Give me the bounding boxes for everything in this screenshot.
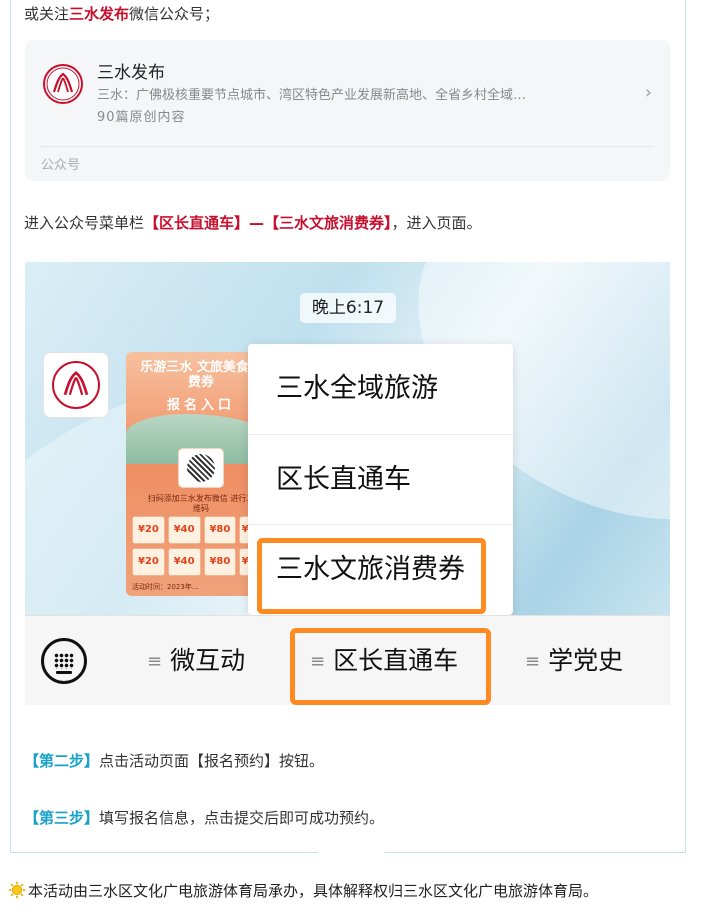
coupon: ¥20 <box>132 548 165 576</box>
menu-item-sanshui-tourism[interactable]: 三水全域旅游 <box>248 344 513 434</box>
account-name: 三水发布 <box>97 63 165 83</box>
step2-paragraph: 【第二步】点击活动页面【报名预约】按钮。 <box>24 750 324 772</box>
disclaimer-text: 本活动由三水区文化广电旅游体育局承办，具体解释权归三水区文化广电旅游体育局。 <box>28 882 599 900</box>
intro-paragraph: 或关注三水发布微信公众号； <box>24 3 219 25</box>
disclaimer-note: 本活动由三水区文化广电旅游体育局承办，具体解释权归三水区文化广电旅游体育局。 <box>8 880 598 902</box>
menu-instruction: 进入公众号菜单栏【区长直通车】—【三水文旅消费券】，进入页面。 <box>24 212 482 234</box>
coupon: ¥80 <box>203 516 237 544</box>
coupon: ¥40 <box>167 516 201 544</box>
coupon: ¥40 <box>167 548 201 576</box>
time-stamp: 晚上6:17 <box>300 293 396 323</box>
menu-instruction-suffix: ，进入页面。 <box>391 214 482 232</box>
menu-lines-icon: ≡ <box>147 651 163 672</box>
menu-lines-icon: ≡ <box>525 651 541 672</box>
qr-code-icon <box>187 454 215 482</box>
intro-suffix: 微信公众号； <box>129 5 220 23</box>
account-card[interactable]: 三水发布 三水：广佛极核重要节点城市、湾区特色产业发展新高地、全省乡村全域… 9… <box>25 40 670 181</box>
tab-label: 学党史 <box>548 646 624 675</box>
highlight-box-tab <box>290 628 491 705</box>
qr-code <box>178 448 224 488</box>
menu-instruction-prefix: 进入公众号菜单栏 <box>24 214 145 232</box>
wechat-menu-screenshot: 晚上6:17 乐游三水 文旅美食消费券 报名入口 扫码添加三水发布微信 进行二维… <box>25 262 670 705</box>
tab-micro-interaction[interactable]: ≡ 微互动 <box>147 638 245 684</box>
card-divider <box>41 146 654 147</box>
intro-account-highlight: 三水发布 <box>69 5 130 23</box>
highlight-box-menu <box>257 538 486 614</box>
step2-text: 点击活动页面【报名预约】按钮。 <box>99 752 325 770</box>
tab-party-history[interactable]: ≡ 学党史 <box>525 638 623 684</box>
step3-text: 填写报名信息，点击提交后即可成功预约。 <box>99 809 385 827</box>
poster-caption: 扫码添加三水发布微信 进行二维码 <box>147 494 255 513</box>
step3-label: 【第三步】 <box>24 809 100 827</box>
poster-subtitle: 报名入口 <box>166 398 235 413</box>
account-article-count: 90篇原创内容 <box>97 110 186 125</box>
keyboard-icon[interactable] <box>41 638 87 684</box>
sun-icon <box>8 881 26 899</box>
coupon: ¥80 <box>203 548 237 576</box>
step2-label: 【第二步】 <box>24 752 100 770</box>
keyboard-keys <box>54 653 74 669</box>
sanshui-logo-icon <box>43 64 83 104</box>
frame-gap <box>318 846 384 860</box>
tab-label: 微互动 <box>170 646 246 675</box>
keyboard-spacebar <box>56 671 72 674</box>
poster-title: 乐游三水 文旅美食消费券 <box>140 360 262 390</box>
sanshui-logo-icon <box>52 361 100 409</box>
menu-item-district-express[interactable]: 区长直通车 <box>248 434 513 524</box>
intro-prefix: 或关注 <box>24 5 70 23</box>
coupon: ¥20 <box>132 516 165 544</box>
chevron-right-icon[interactable]: › <box>645 82 652 103</box>
avatar <box>43 352 109 418</box>
account-description: 三水：广佛极核重要节点城市、湾区特色产业发展新高地、全省乡村全域… <box>97 88 527 103</box>
step3-paragraph: 【第三步】填写报名信息，点击提交后即可成功预约。 <box>24 807 384 829</box>
account-card-footer: 公众号 <box>41 158 81 173</box>
menu-instruction-highlight: 【区长直通车】—【三水文旅消费券】 <box>144 214 392 232</box>
